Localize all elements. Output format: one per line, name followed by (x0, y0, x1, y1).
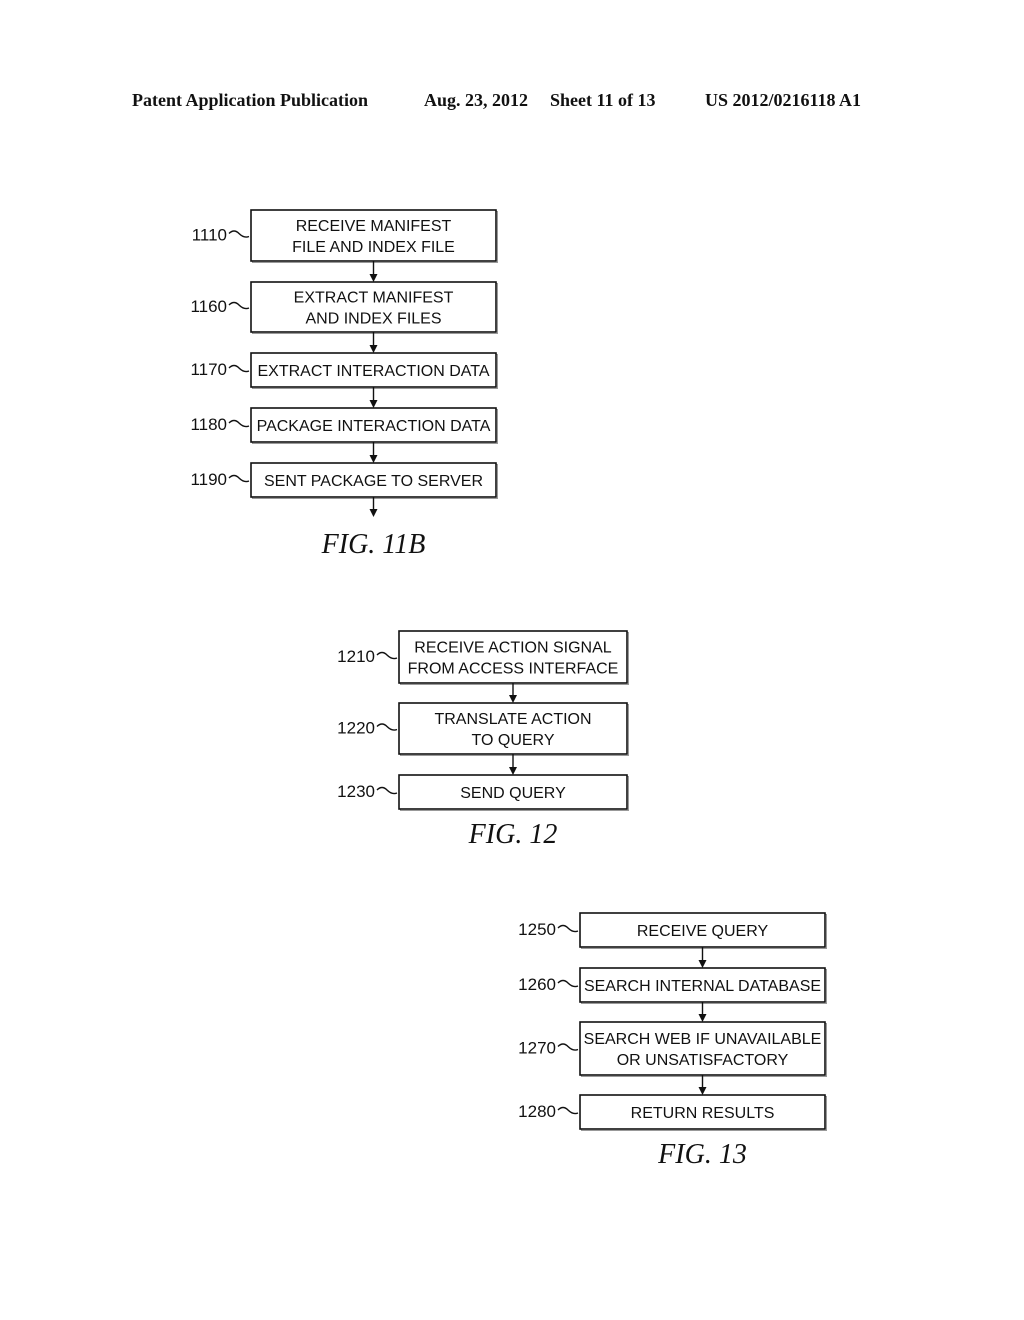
ref-leader-line (376, 651, 398, 660)
figure-caption: FIG. 12 (468, 819, 558, 850)
flow-arrow-head (698, 960, 707, 968)
flow-step-1260: SEARCH INTERNAL DATABASE 1260 (518, 967, 827, 1004)
step-ref-numeral: 1110 (192, 226, 227, 245)
flow-arrow-head (369, 400, 378, 408)
flow-step-1270: SEARCH WEB IF UNAVAILABLE OR UNSATISFACTO… (518, 1021, 827, 1077)
step-text: AND INDEX FILES (305, 311, 441, 328)
step-ref-numeral: 1220 (337, 719, 375, 738)
step-ref-numeral: 1260 (518, 975, 556, 994)
ref-leader-line (557, 1106, 579, 1115)
flowchart-diagrams: RECEIVE MANIFEST FILE AND INDEX FILE 1110 E… (190, 209, 827, 1170)
flow-step-1220: TRANSLATE ACTION TO QUERY 1220 (337, 702, 629, 756)
step-text: OR UNSATISFACTORY (617, 1052, 789, 1069)
step-text: TO QUERY (472, 732, 555, 749)
flow-arrow-head (698, 1087, 707, 1095)
step-ref-numeral: 1170 (190, 360, 227, 379)
step-ref-numeral: 1160 (190, 297, 227, 316)
step-text: TRANSLATE ACTION (434, 711, 591, 728)
ref-leader-line (228, 474, 250, 483)
step-text: FROM ACCESS INTERFACE (408, 661, 619, 678)
flow-arrow-exit-head (369, 509, 378, 517)
ref-leader-line (557, 979, 579, 988)
flow-step-1160: EXTRACT MANIFEST AND INDEX FILES 1160 (190, 281, 498, 334)
ref-leader-line (557, 924, 579, 933)
ref-leader-line (557, 1043, 579, 1051)
figure-caption: FIG. 11B (321, 529, 426, 560)
step-ref-numeral: 1230 (337, 782, 375, 801)
figure-fig12: RECEIVE ACTION SIGNAL FROM ACCESS INTERFA… (337, 630, 629, 850)
step-text: SENT PACKAGE TO SERVER (264, 473, 483, 490)
ref-leader-line (376, 786, 398, 795)
step-ref-numeral: 1210 (337, 647, 375, 666)
step-ref-numeral: 1180 (190, 415, 227, 434)
flow-arrow-head (369, 274, 378, 282)
flow-step-1180: PACKAGE INTERACTION DATA 1180 (190, 407, 498, 444)
figure-fig11b: RECEIVE MANIFEST FILE AND INDEX FILE 1110 E… (190, 209, 498, 560)
step-ref-numeral: 1190 (190, 470, 227, 489)
ref-leader-line (376, 723, 398, 731)
step-text: EXTRACT MANIFEST (294, 290, 454, 307)
step-text: FILE AND INDEX FILE (292, 239, 455, 256)
flow-arrow-head (369, 345, 378, 353)
step-text: RECEIVE MANIFEST (296, 218, 452, 235)
flow-step-1250: RECEIVE QUERY 1250 (518, 912, 827, 949)
step-text: SEND QUERY (460, 785, 566, 802)
step-text: SEARCH WEB IF UNAVAILABLE (584, 1031, 822, 1048)
figure-fig13: RECEIVE QUERY 1250 SEARCH INTERNAL DATABAS… (518, 912, 827, 1170)
ref-leader-line (228, 301, 250, 310)
flow-step-1110: RECEIVE MANIFEST FILE AND INDEX FILE 1110 (192, 209, 498, 263)
step-text: PACKAGE INTERACTION DATA (257, 418, 491, 435)
step-ref-numeral: 1280 (518, 1102, 556, 1121)
flow-arrow-head (509, 695, 517, 703)
step-text: RECEIVE QUERY (637, 923, 769, 940)
step-text: EXTRACT INTERACTION DATA (257, 363, 489, 380)
flow-step-1230: SEND QUERY 1230 (337, 774, 629, 811)
ref-leader-line (228, 230, 250, 238)
step-ref-numeral: 1250 (518, 920, 556, 939)
ref-leader-line (228, 419, 250, 428)
step-text: RECEIVE ACTION SIGNAL (414, 640, 611, 657)
flow-arrow-head (698, 1014, 707, 1022)
flow-step-1170: EXTRACT INTERACTION DATA 1170 (190, 352, 498, 389)
flow-step-1210: RECEIVE ACTION SIGNAL FROM ACCESS INTERFA… (337, 630, 629, 685)
step-ref-numeral: 1270 (518, 1039, 556, 1058)
flow-arrow-head (509, 767, 517, 775)
step-text: RETURN RESULTS (631, 1105, 775, 1122)
flow-step-1280: RETURN RESULTS 1280 (518, 1094, 827, 1131)
flow-arrow-head (369, 455, 378, 463)
flow-step-1190: SENT PACKAGE TO SERVER 1190 (190, 462, 498, 499)
ref-leader-line (228, 364, 250, 373)
figure-caption: FIG. 13 (657, 1139, 747, 1170)
step-text: SEARCH INTERNAL DATABASE (584, 978, 821, 995)
